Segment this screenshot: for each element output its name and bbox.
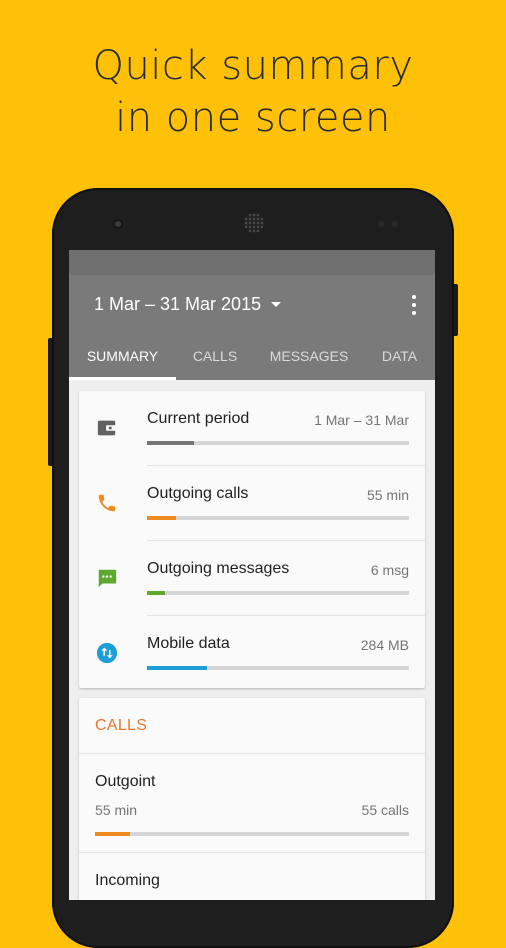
summary-label: Outgoing messages (147, 560, 290, 577)
proximity-sensor (378, 221, 384, 227)
progress-fill (147, 666, 208, 670)
section-divider (79, 753, 425, 754)
calls-card: CALLS Outgoint 55 min 55 calls Incoming (79, 698, 425, 900)
outgoing-progress-fill (95, 832, 130, 836)
tab-calls[interactable]: CALLS (176, 332, 254, 380)
progress-fill (147, 591, 166, 595)
earpiece-speaker (244, 213, 264, 233)
overflow-menu-icon[interactable] (411, 295, 417, 315)
tab-messages[interactable]: MESSAGES (254, 332, 364, 380)
summary-value: 6 msg (370, 562, 409, 578)
progress-track (147, 441, 409, 445)
summary-row-mobile-data[interactable]: Mobile data 284 MB (79, 616, 425, 691)
status-bar (69, 250, 435, 275)
light-sensor (392, 221, 398, 227)
calls-section-heading: CALLS (95, 717, 148, 734)
headline: Quick summary in one screen (0, 40, 506, 144)
headline-line-1: Quick summary (92, 43, 414, 89)
outgoing-calls-duration: 55 min (95, 802, 138, 818)
date-range-label: 1 Mar – 31 Mar 2015 (94, 294, 262, 314)
summary-label: Current period (147, 410, 250, 427)
phone-screen: 1 Mar – 31 Mar 2015 SUMMARY CALLS MESSAG… (69, 250, 435, 900)
progress-track (147, 666, 409, 670)
outgoing-progress-track (95, 832, 409, 836)
summary-value: 284 MB (360, 637, 409, 653)
app-bar: 1 Mar – 31 Mar 2015 SUMMARY CALLS MESSAG… (69, 275, 435, 380)
progress-track (147, 516, 409, 520)
section-divider (79, 852, 425, 853)
progress-track (147, 591, 409, 595)
summary-row-current-period[interactable]: Current period 1 Mar – 31 Mar (79, 391, 425, 466)
summary-row-outgoing-messages[interactable]: Outgoing messages 6 msg (79, 541, 425, 616)
tab-data[interactable]: DATA (364, 332, 435, 380)
summary-value: 55 min (366, 487, 409, 503)
summary-value: 1 Mar – 31 Mar (314, 412, 409, 428)
summary-label: Outgoing calls (147, 485, 249, 502)
front-camera (113, 219, 123, 229)
phone-icon (98, 494, 116, 512)
dropdown-arrow-icon (271, 302, 282, 307)
summary-row-outgoing-calls[interactable]: Outgoing calls 55 min (79, 466, 425, 541)
date-range-selector[interactable]: 1 Mar – 31 Mar 2015 (94, 294, 282, 315)
summary-label: Mobile data (147, 635, 230, 652)
outgoing-calls-title[interactable]: Outgoint (95, 773, 155, 791)
wallet-icon (97, 420, 117, 436)
message-icon (98, 569, 117, 588)
incoming-calls-title[interactable]: Incoming (95, 872, 160, 890)
data-transfer-icon (96, 642, 118, 664)
progress-fill (147, 441, 195, 445)
tab-summary[interactable]: SUMMARY (69, 332, 176, 380)
summary-card: Current period 1 Mar – 31 Mar Outgoing c… (79, 391, 425, 688)
tab-bar: SUMMARY CALLS MESSAGES DATA (69, 332, 435, 380)
headline-line-2: in one screen (115, 95, 391, 141)
progress-fill (147, 516, 176, 520)
outgoing-calls-count: 55 calls (361, 802, 409, 818)
